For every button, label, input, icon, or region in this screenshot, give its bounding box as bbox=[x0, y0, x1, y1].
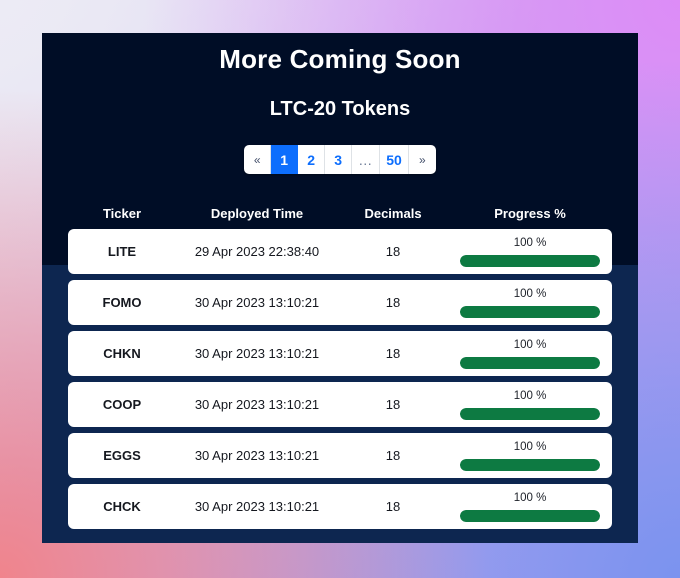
table-row[interactable]: CHCK 30 Apr 2023 13:10:21 18 100 % bbox=[68, 484, 612, 529]
progress-label: 100 % bbox=[513, 441, 547, 454]
cell-decimals: 18 bbox=[385, 295, 401, 310]
cell-deployed-time: 30 Apr 2023 13:10:21 bbox=[194, 346, 320, 361]
progress-bar-fill bbox=[460, 254, 600, 267]
cell-progress: 100 % bbox=[448, 338, 612, 369]
cell-deployed-time: 30 Apr 2023 13:10:21 bbox=[194, 499, 320, 514]
pagination-wrapper: « 1 2 3 … 50 » bbox=[42, 145, 638, 174]
cell-ticker: EGGS bbox=[103, 448, 141, 463]
pagination-page-3[interactable]: 3 bbox=[325, 145, 353, 174]
progress-bar-fill bbox=[460, 458, 600, 471]
progress-label: 100 % bbox=[513, 492, 547, 505]
table-body: LITE 29 Apr 2023 22:38:40 18 100 % FOMO 30 Ap… bbox=[68, 229, 612, 529]
pagination-page-1[interactable]: 1 bbox=[271, 145, 299, 174]
pagination-page-last[interactable]: 50 bbox=[380, 145, 409, 174]
cell-ticker: CHCK bbox=[103, 499, 141, 514]
cell-progress: 100 % bbox=[448, 287, 612, 318]
progress-bar-fill bbox=[460, 305, 600, 318]
cell-progress: 100 % bbox=[448, 440, 612, 471]
progress-bar bbox=[460, 509, 600, 522]
progress-bar bbox=[460, 407, 600, 420]
column-header-progress: Progress % bbox=[494, 205, 566, 221]
table-row[interactable]: LITE 29 Apr 2023 22:38:40 18 100 % bbox=[68, 229, 612, 274]
progress-bar-fill bbox=[460, 356, 600, 369]
progress-bar bbox=[460, 254, 600, 267]
cell-decimals: 18 bbox=[385, 244, 401, 259]
progress-label: 100 % bbox=[513, 339, 547, 352]
column-header-decimals: Decimals bbox=[364, 205, 422, 221]
column-header-deployed-time: Deployed Time bbox=[210, 205, 304, 221]
page-title: More Coming Soon bbox=[219, 44, 461, 74]
progress-bar-fill bbox=[460, 509, 600, 522]
pagination-prev-button[interactable]: « bbox=[244, 145, 272, 174]
table-row[interactable]: EGGS 30 Apr 2023 13:10:21 18 100 % bbox=[68, 433, 612, 478]
cell-progress: 100 % bbox=[448, 491, 612, 522]
pagination-page-2[interactable]: 2 bbox=[298, 145, 326, 174]
cell-progress: 100 % bbox=[448, 389, 612, 420]
pagination-next-button[interactable]: » bbox=[408, 145, 436, 174]
column-header-ticker: Ticker bbox=[102, 205, 142, 221]
table-row[interactable]: FOMO 30 Apr 2023 13:10:21 18 100 % bbox=[68, 280, 612, 325]
tokens-table: Ticker Deployed Time Decimals Progress %… bbox=[68, 197, 612, 535]
progress-label: 100 % bbox=[513, 237, 547, 250]
cell-ticker: LITE bbox=[107, 244, 137, 259]
cell-deployed-time: 30 Apr 2023 13:10:21 bbox=[194, 397, 320, 412]
page-subtitle: LTC-20 Tokens bbox=[269, 98, 411, 120]
table-row[interactable]: COOP 30 Apr 2023 13:10:21 18 100 % bbox=[68, 382, 612, 427]
progress-label: 100 % bbox=[513, 288, 547, 301]
cell-decimals: 18 bbox=[385, 397, 401, 412]
cell-ticker: CHKN bbox=[103, 346, 141, 361]
cell-decimals: 18 bbox=[385, 499, 401, 514]
cell-deployed-time: 30 Apr 2023 13:10:21 bbox=[194, 448, 320, 463]
table-header-row: Ticker Deployed Time Decimals Progress % bbox=[68, 197, 612, 229]
pagination[interactable]: « 1 2 3 … 50 » bbox=[244, 145, 436, 174]
tokens-panel: More Coming Soon LTC-20 Tokens « 1 2 3 …… bbox=[42, 33, 638, 543]
pagination-ellipsis: … bbox=[352, 145, 381, 174]
table-row[interactable]: CHKN 30 Apr 2023 13:10:21 18 100 % bbox=[68, 331, 612, 376]
progress-bar-fill bbox=[460, 407, 600, 420]
progress-bar bbox=[460, 458, 600, 471]
cell-decimals: 18 bbox=[385, 346, 401, 361]
cell-deployed-time: 30 Apr 2023 13:10:21 bbox=[194, 295, 320, 310]
cell-ticker: FOMO bbox=[102, 295, 142, 310]
progress-bar bbox=[460, 305, 600, 318]
cell-progress: 100 % bbox=[448, 236, 612, 267]
cell-ticker: COOP bbox=[102, 397, 142, 412]
progress-label: 100 % bbox=[513, 390, 547, 403]
cell-decimals: 18 bbox=[385, 448, 401, 463]
cell-deployed-time: 29 Apr 2023 22:38:40 bbox=[194, 244, 320, 259]
progress-bar bbox=[460, 356, 600, 369]
